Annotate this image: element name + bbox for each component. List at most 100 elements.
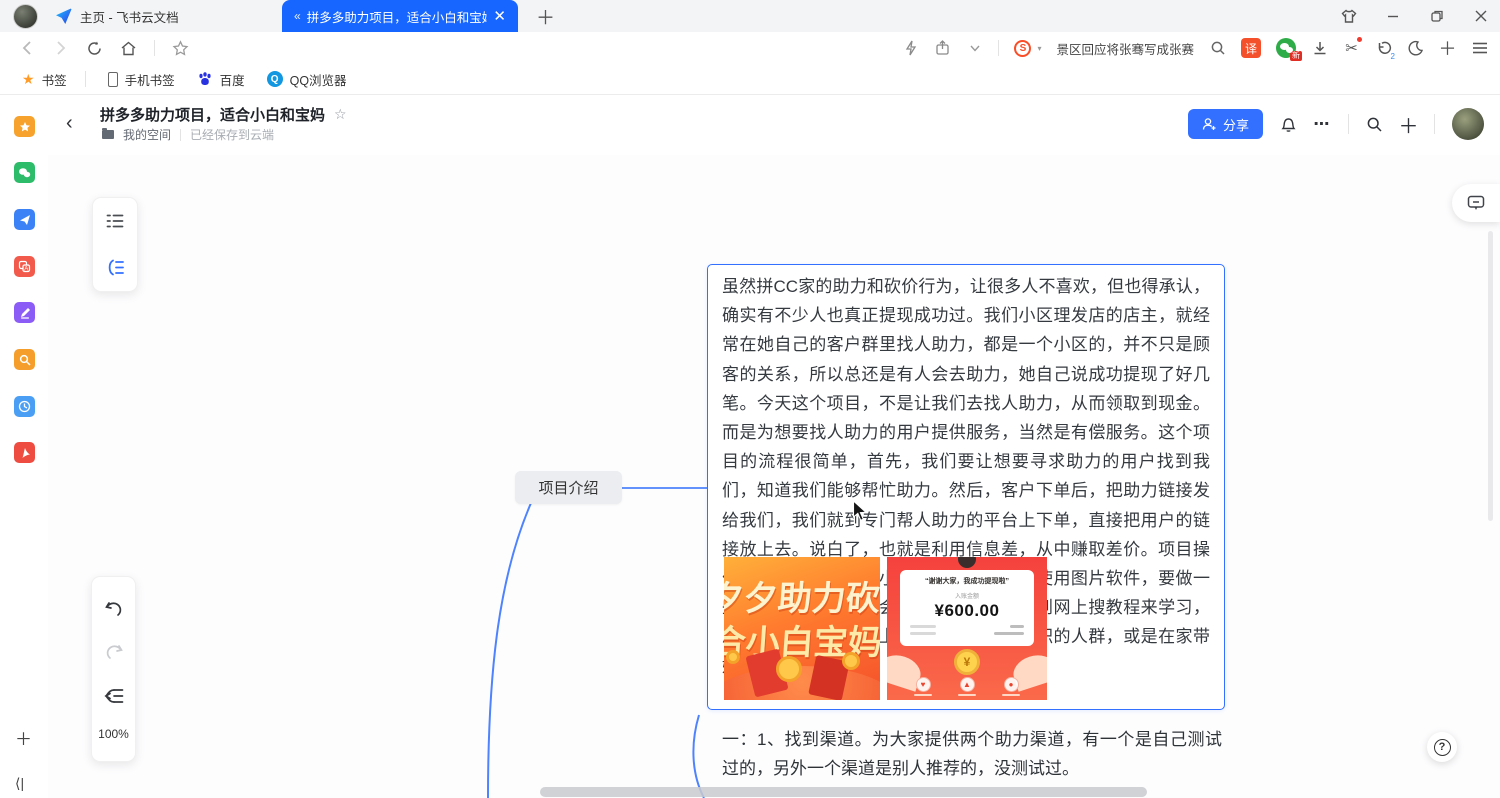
bookmarks-bar: ★ 书签 手机书签 百度 Q QQ浏览器 (0, 64, 1500, 95)
comment-icon (1467, 195, 1485, 211)
pdf-app-icon[interactable] (14, 442, 35, 463)
question-icon: ? (1434, 739, 1451, 756)
tab-title: 主页 - 飞书云文档 (80, 7, 179, 26)
payment-amount: ¥600.00 (900, 601, 1034, 621)
breadcrumb-space[interactable]: 我的空间 (123, 126, 171, 143)
vertical-scrollbar[interactable] (1488, 231, 1493, 521)
window-controls (1340, 0, 1490, 32)
tab-back-icon: « (294, 9, 301, 23)
favorite-star-icon[interactable]: ☆ (334, 106, 347, 123)
notes-app-icon[interactable] (14, 302, 35, 323)
bookmark-label: QQ浏览器 (290, 70, 347, 89)
mindmap-canvas[interactable]: 100% 项目介绍 虽然拼CC家的助力和砍价行为，让很多人不喜欢，但也得承认，确… (48, 155, 1500, 798)
mindmap-view-button[interactable] (103, 256, 127, 280)
reload-button[interactable] (86, 40, 103, 57)
tab-feishu-home[interactable]: 主页 - 飞书云文档 (44, 0, 282, 32)
outline-view-button[interactable] (103, 209, 127, 233)
browser-toolbar: S ▾ 景区回应将张骞写成张赛 译 新 ✂ 2 (0, 32, 1500, 64)
app-sidebar: A ＋ ⟨| (0, 96, 48, 798)
zoom-level[interactable]: 100% (98, 727, 129, 741)
translate-icon[interactable]: 译 (1241, 38, 1261, 58)
doc-back-button[interactable]: ‹ (66, 112, 73, 135)
share-person-icon (1202, 117, 1217, 131)
doc-search-icon[interactable] (1366, 116, 1383, 133)
payment-dock-icons: ♥ ▲ ● (887, 677, 1047, 697)
collapse-sidebar-button[interactable]: ⟨| (15, 775, 24, 792)
close-tab-icon[interactable]: ✕ (493, 9, 506, 24)
node-images-row: 夕夕助力砍 合小白宝妈 “谢谢大家，我成功提现啦” 入账金额 ¥600.00 (724, 557, 1047, 700)
new-tab-button[interactable]: ＋ (530, 3, 561, 30)
comments-button[interactable] (1452, 184, 1500, 222)
new-badge: 新 (1290, 51, 1302, 61)
search-engine-dropdown-icon[interactable]: ▾ (1037, 44, 1041, 53)
redo-button[interactable] (102, 640, 126, 664)
save-status: 已经保存到云端 (190, 126, 274, 143)
new-doc-icon[interactable]: ＋ (1400, 116, 1417, 133)
bottom-progress-bar[interactable] (540, 787, 1147, 797)
browser-window: 主页 - 飞书云文档 « 拼多多助力项目，适合小白和宝妈 - ✕ ＋ (0, 0, 1500, 798)
flash-accelerate-icon[interactable] (902, 40, 919, 57)
folder-icon (102, 130, 114, 139)
help-button[interactable]: ? (1427, 732, 1457, 762)
bookmark-label: 百度 (220, 70, 245, 89)
back-button[interactable] (18, 40, 35, 57)
home-button[interactable] (120, 40, 137, 57)
feishu-docs-favicon (56, 8, 72, 24)
notifications-bell-icon[interactable] (1280, 116, 1297, 133)
wechat-plugin-icon[interactable]: 新 (1276, 38, 1296, 58)
download-icon[interactable] (1311, 40, 1328, 57)
tab-title: 拼多多助力项目，适合小白和宝妈 - (307, 7, 488, 26)
browser-profile-avatar[interactable] (13, 4, 38, 29)
search-icon[interactable] (1209, 40, 1226, 57)
more-options-icon[interactable]: ⋯ (1314, 116, 1331, 133)
minimize-icon[interactable] (1384, 7, 1402, 25)
share-page-icon[interactable] (934, 40, 951, 57)
payment-quote: “谢谢大家，我成功提现啦” (900, 576, 1034, 586)
history-undo-icon[interactable]: 2 (1375, 40, 1392, 57)
tab-bar: 主页 - 飞书云文档 « 拼多多助力项目，适合小白和宝妈 - ✕ ＋ (0, 0, 1500, 32)
bookmark-label: 手机书签 (125, 70, 175, 89)
forward-button[interactable] (52, 40, 69, 57)
wechat-app-icon[interactable] (14, 162, 35, 183)
payment-card: “谢谢大家，我成功提现啦” 入账金额 ¥600.00 (900, 570, 1034, 646)
bookmark-star-icon[interactable] (172, 40, 189, 57)
promo-image-text1: 夕夕助力砍 (724, 571, 880, 620)
promo-image[interactable]: 夕夕助力砍 合小白宝妈 (724, 557, 880, 700)
menu-icon[interactable] (1471, 40, 1488, 57)
chevron-down-icon[interactable] (966, 40, 983, 57)
share-label: 分享 (1223, 115, 1249, 134)
favorites-app-icon[interactable] (14, 116, 35, 137)
restore-window-icon[interactable] (1428, 7, 1446, 25)
screenshot-scissors-icon[interactable]: ✂ (1343, 40, 1360, 57)
undo-button[interactable] (102, 597, 126, 621)
night-mode-icon[interactable] (1407, 40, 1424, 57)
collapse-branches-button[interactable] (102, 684, 126, 708)
translate-app-icon[interactable]: A (14, 256, 35, 277)
bookmark-phone[interactable]: 手机书签 (108, 70, 175, 89)
close-window-icon[interactable] (1472, 7, 1490, 25)
share-button[interactable]: 分享 (1188, 109, 1263, 139)
theme-skin-icon[interactable] (1340, 7, 1358, 25)
coin-icon: ¥ (954, 649, 980, 675)
search-app-icon[interactable] (14, 349, 35, 370)
send-app-icon[interactable] (14, 209, 35, 230)
baidu-paw-icon (197, 71, 213, 87)
tab-current-doc[interactable]: « 拼多多助力项目，适合小白和宝妈 - ✕ (282, 0, 518, 32)
intro-node[interactable]: 项目介绍 (515, 471, 622, 504)
add-panel-icon[interactable]: ＋ (1439, 40, 1456, 57)
bookmark-qq-browser[interactable]: Q QQ浏览器 (267, 70, 347, 89)
payment-amount-label: 入账金额 (900, 591, 1034, 600)
history-app-icon[interactable] (14, 396, 35, 417)
user-avatar[interactable] (1452, 108, 1484, 140)
bookmark-baidu[interactable]: 百度 (197, 70, 245, 89)
bookmark-folder-main[interactable]: ★ 书签 (22, 70, 67, 89)
star-icon: ★ (22, 71, 35, 88)
payment-avatar (958, 557, 976, 568)
canvas-tools-panel: 100% (91, 576, 136, 762)
add-app-button[interactable]: ＋ (15, 725, 32, 750)
payment-screenshot-image[interactable]: “谢谢大家，我成功提现啦” 入账金额 ¥600.00 ¥ ♥ ▲ ● (887, 557, 1047, 700)
sogou-search-logo[interactable]: S (1014, 40, 1031, 57)
hot-search-text[interactable]: 景区回应将张骞写成张赛 (1056, 39, 1194, 58)
qq-browser-icon: Q (267, 71, 283, 87)
main-content-node[interactable]: 虽然拼CC家的助力和砍价行为，让很多人不喜欢，但也得承认，确实有不少人也真正提现… (707, 264, 1225, 710)
